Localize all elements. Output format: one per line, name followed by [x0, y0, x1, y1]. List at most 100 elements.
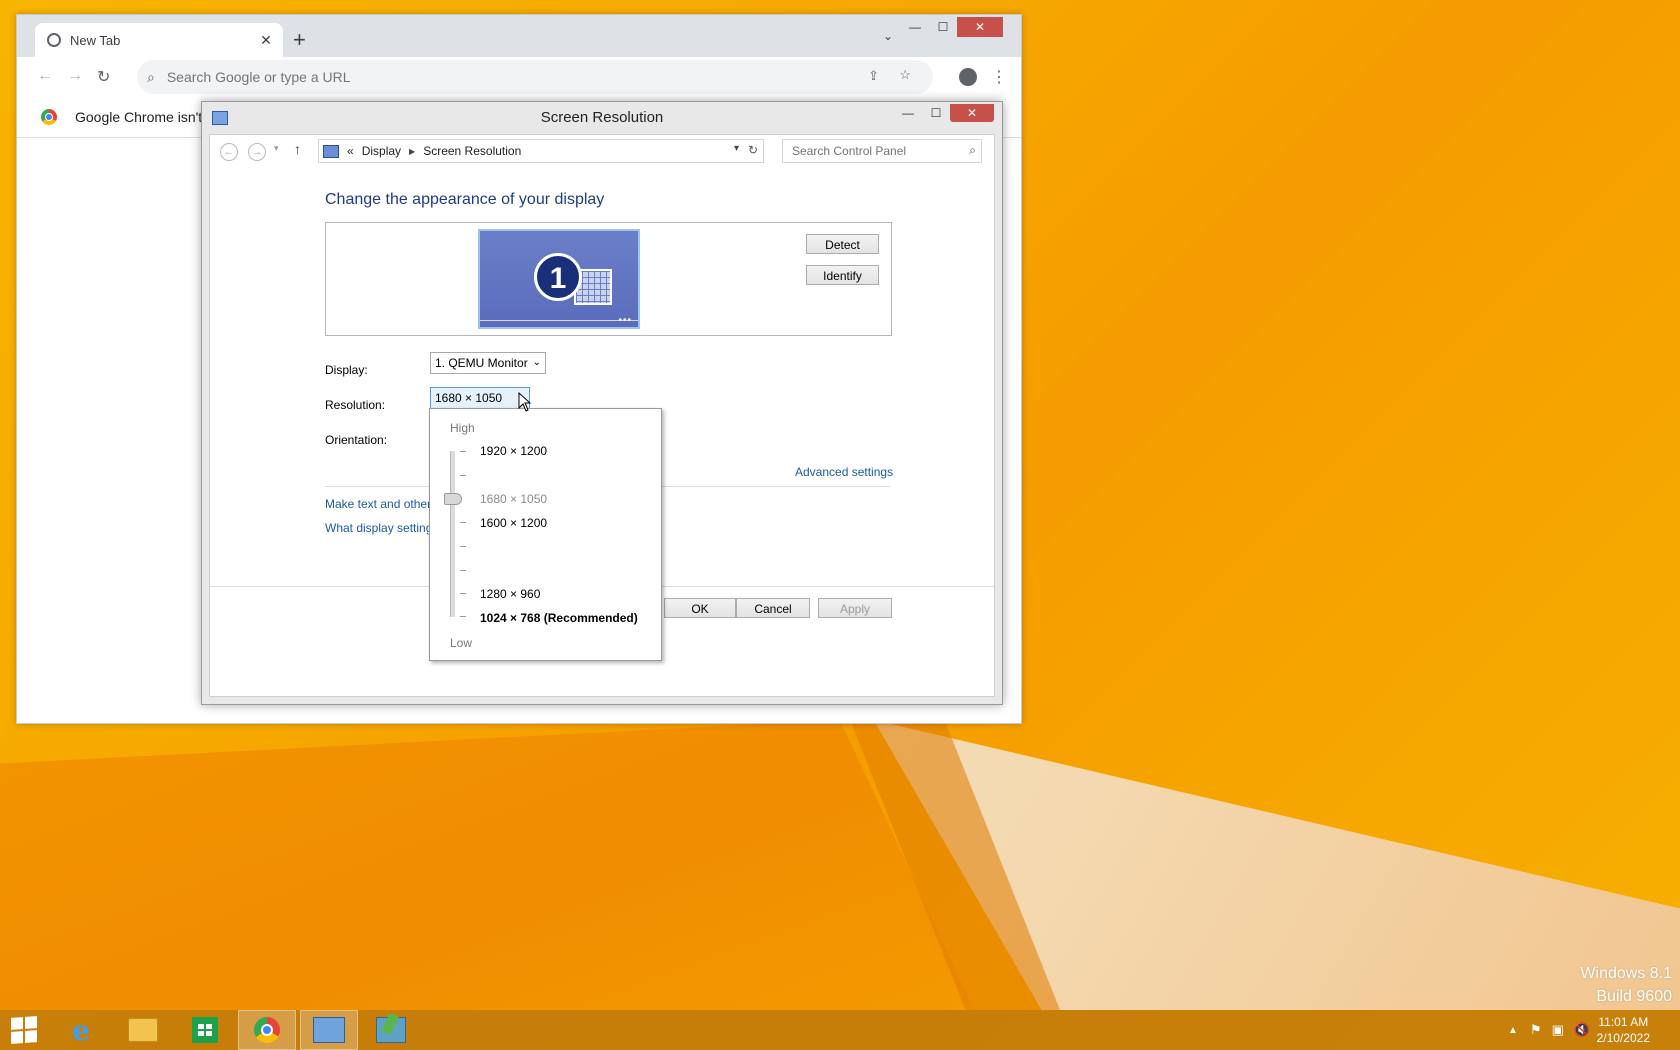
chrome-tab-bar: New Tab ✕ + ⌄ — ☐ ✕	[17, 15, 1021, 57]
control-panel-icon	[313, 1017, 345, 1043]
file-explorer-icon	[128, 1018, 158, 1042]
identify-button[interactable]: Identify	[806, 265, 879, 285]
start-button[interactable]	[0, 1010, 48, 1050]
make-text-larger-link[interactable]: Make text and other	[325, 497, 431, 511]
breadcrumb-prefix: «	[347, 144, 354, 158]
action-center-flag-icon[interactable]: ⚑	[1530, 1022, 1542, 1038]
share-icon[interactable]: ⇪	[868, 68, 879, 84]
search-input[interactable]	[790, 143, 964, 159]
low-label: Low	[450, 636, 473, 650]
monitor-1-tile[interactable]: 1 •••	[478, 229, 640, 329]
resolution-select[interactable]: 1680 × 1050 ⌄	[430, 387, 530, 409]
resolution-option[interactable]: 1600 × 1200	[480, 516, 547, 530]
store-icon	[192, 1017, 218, 1043]
minimize-icon[interactable]: —	[894, 104, 922, 122]
chrome-menu-icon[interactable]: ⋮	[991, 67, 1007, 87]
monitor-taskbar-line	[480, 320, 638, 321]
network-icon[interactable]: ▣	[1552, 1022, 1564, 1038]
ok-button[interactable]: OK	[664, 598, 736, 618]
page-heading: Change the appearance of your display	[325, 191, 605, 208]
start-icon	[11, 1016, 37, 1044]
omnibox[interactable]: ⌕ ⇪ ☆	[137, 60, 933, 94]
forward-icon[interactable]: →	[248, 143, 266, 161]
refresh-icon[interactable]: ↻	[748, 143, 758, 157]
windows-watermark: Windows 8.1 Build 9600	[1580, 965, 1672, 1005]
chrome-toolbar: ← → ↻ ⌕ ⇪ ☆ ⋮	[17, 57, 1021, 97]
resolution-slider-thumb[interactable]	[444, 493, 462, 505]
resolution-slider-track[interactable]	[450, 451, 455, 617]
monitor-number: 1	[534, 253, 582, 301]
maximize-icon[interactable]: ☐	[929, 17, 957, 37]
resolution-option[interactable]: 1280 × 960	[480, 587, 540, 601]
maximize-icon[interactable]: ☐	[922, 104, 950, 122]
taskbar-file-explorer[interactable]	[114, 1010, 172, 1050]
infobar-message: Google Chrome isn't y	[75, 109, 214, 125]
chrome-icon	[254, 1017, 280, 1043]
resolution-dropdown: High 1920 × 1200 1680 × 1050 1600 × 1200…	[429, 408, 662, 661]
display-label: Display:	[325, 363, 368, 377]
taskbar-clock[interactable]: 11:01 AM 2/10/2022	[1597, 1014, 1650, 1046]
new-tab-button[interactable]: +	[293, 27, 306, 53]
back-icon[interactable]: ←	[220, 143, 238, 161]
minimize-icon[interactable]: —	[901, 17, 929, 37]
system-tray: ▲ ⚑ ▣ 🔇	[1508, 1010, 1590, 1050]
search-icon[interactable]: ⌕	[969, 143, 976, 158]
tab-close-icon[interactable]: ✕	[257, 32, 275, 49]
display-select-value: 1. QEMU Monitor	[435, 356, 528, 370]
resolution-select-value: 1680 × 1050	[435, 391, 503, 405]
mouse-cursor-icon	[518, 392, 532, 412]
chrome-window-controls: — ☐ ✕	[901, 17, 1003, 37]
resolution-label: Resolution:	[325, 398, 386, 412]
tab-search-dropdown-icon[interactable]: ⌄	[883, 29, 893, 43]
tool-icon	[376, 1017, 406, 1043]
slider-tick	[460, 451, 466, 452]
slider-tick	[460, 522, 466, 523]
monitor-dots-icon: •••	[618, 315, 632, 326]
back-icon[interactable]: ←	[37, 67, 53, 85]
resolution-option-current[interactable]: 1680 × 1050	[480, 492, 547, 506]
resolution-option[interactable]: 1920 × 1200	[480, 444, 547, 458]
control-panel-search[interactable]: ⌕	[782, 139, 982, 163]
taskbar: e ▲ ⚑ ▣ 🔇 11:01 AM 2/10/2022	[0, 1010, 1680, 1050]
apply-button[interactable]: Apply	[818, 598, 892, 618]
clock-time: 11:01 AM	[1598, 1015, 1649, 1029]
breadcrumb-display[interactable]: Display	[362, 144, 401, 158]
taskbar-control-panel[interactable]	[300, 1010, 358, 1050]
control-panel-icon	[323, 144, 339, 158]
chrome-logo-icon	[41, 109, 57, 125]
profile-avatar-icon[interactable]	[959, 68, 977, 86]
slider-tick	[460, 475, 466, 476]
tab-new-tab[interactable]: New Tab ✕	[35, 23, 283, 57]
bookmark-star-icon[interactable]: ☆	[899, 67, 911, 83]
what-display-settings-link[interactable]: What display setting	[325, 521, 432, 535]
dialog-title-bar: Screen Resolution — ☐ ✕	[202, 102, 1002, 134]
dialog-window-controls: — ☐ ✕	[894, 104, 994, 122]
recent-locations-icon[interactable]: ▾	[274, 143, 279, 154]
breadcrumb-screen-resolution[interactable]: Screen Resolution	[423, 144, 521, 158]
breadcrumb-separator-icon: ▶	[409, 146, 416, 156]
taskbar-store[interactable]	[176, 1010, 234, 1050]
forward-icon[interactable]: →	[67, 67, 83, 85]
detect-button[interactable]: Detect	[806, 234, 879, 254]
taskbar-internet-explorer[interactable]: e	[52, 1010, 110, 1050]
orientation-label: Orientation:	[325, 433, 388, 447]
omnibox-input[interactable]	[164, 68, 809, 86]
display-preview: 1 ••• Detect Identify	[325, 222, 892, 336]
address-bar[interactable]: « Display ▶ Screen Resolution ▾ ↻	[318, 139, 764, 163]
advanced-settings-link[interactable]: Advanced settings	[795, 465, 893, 479]
cancel-button[interactable]: Cancel	[736, 598, 810, 618]
taskbar-tool[interactable]	[362, 1010, 420, 1050]
address-dropdown-icon[interactable]: ▾	[734, 143, 739, 154]
volume-muted-icon[interactable]: 🔇	[1574, 1022, 1590, 1038]
close-icon[interactable]: ✕	[950, 104, 994, 122]
reload-icon[interactable]: ↻	[97, 67, 110, 87]
up-icon[interactable]: ↑	[294, 141, 301, 157]
close-icon[interactable]: ✕	[957, 17, 1003, 37]
monitor-app-icon	[212, 111, 228, 125]
display-select[interactable]: 1. QEMU Monitor ⌄	[430, 352, 546, 374]
high-label: High	[450, 421, 475, 435]
resolution-option-recommended[interactable]: 1024 × 768 (Recommended)	[480, 611, 638, 625]
taskbar-chrome[interactable]	[238, 1010, 296, 1050]
show-hidden-icons-icon[interactable]: ▲	[1508, 1025, 1518, 1036]
search-icon: ⌕	[147, 68, 155, 85]
